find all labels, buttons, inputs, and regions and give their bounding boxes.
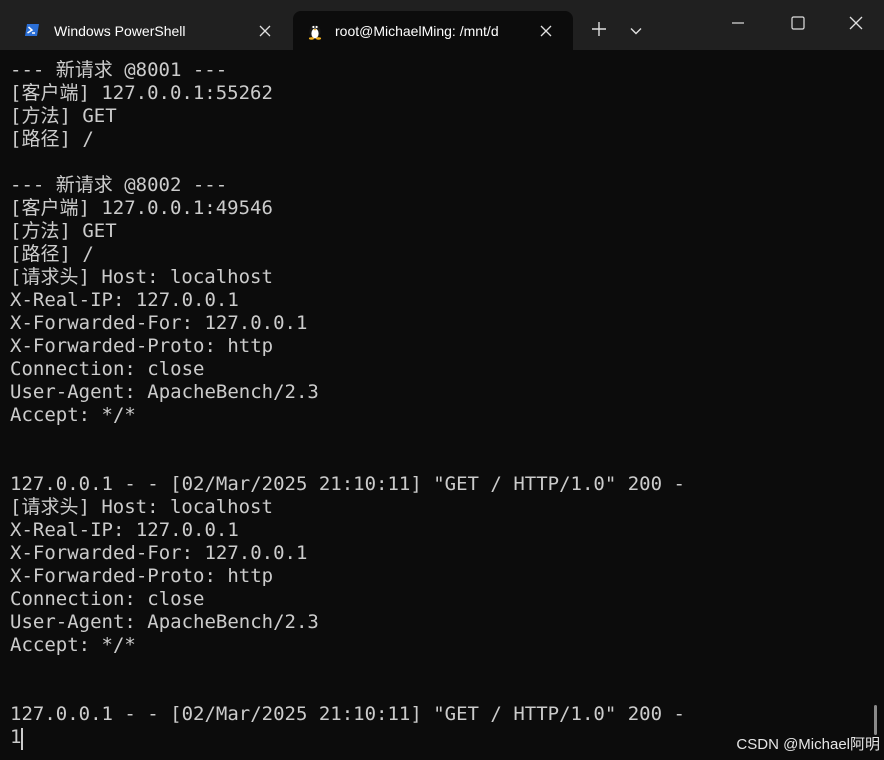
maximize-button[interactable] [770,6,826,44]
terminal-line: Connection: close [10,358,205,380]
text-cursor [21,728,23,750]
minimize-button[interactable] [710,6,766,44]
terminal-line: [方法] GET [10,220,117,242]
terminal-line: User-Agent: ApacheBench/2.3 [10,611,319,633]
terminal-line: X-Forwarded-Proto: http [10,335,274,357]
terminal-line: 1 [10,726,22,748]
minimize-icon [732,16,744,34]
title-bar: Windows PowerShell root@MichaelMing: /mn… [0,0,884,50]
scrollbar-thumb[interactable] [874,705,877,735]
chevron-down-icon [630,22,642,40]
terminal-line: X-Real-IP: 127.0.0.1 [10,289,239,311]
tab-label: root@MichaelMing: /mnt/d [335,23,499,39]
tab-label: Windows PowerShell [54,23,186,39]
terminal-line: [路径] / [10,128,94,150]
terminal-line: 127.0.0.1 - - [02/Mar/2025 21:10:11] "GE… [10,473,685,495]
close-window-button[interactable] [828,6,884,44]
tab-windows-powershell[interactable]: Windows PowerShell [10,11,284,50]
terminal-window: Windows PowerShell root@MichaelMing: /mn… [0,0,884,760]
terminal-line: Accept: */* [10,404,136,426]
terminal-line: --- 新请求 @8002 --- [10,174,228,196]
terminal-lines: --- 新请求 @8001 --- [客户端] 127.0.0.1:55262 … [10,59,685,749]
close-icon[interactable] [534,19,558,43]
terminal-line: [路径] / [10,243,94,265]
watermark-text: CSDN @Michael阿明 [736,736,880,753]
new-tab-button[interactable] [584,18,614,44]
terminal-line: X-Forwarded-For: 127.0.0.1 [10,542,308,564]
tab-dropdown-button[interactable] [622,18,650,44]
terminal-line: [请求头] Host: localhost [10,496,273,518]
tab-root-michaelming[interactable]: root@MichaelMing: /mnt/d [293,11,573,50]
terminal-line: X-Real-IP: 127.0.0.1 [10,519,239,541]
powershell-icon [24,22,40,38]
terminal-line: User-Agent: ApacheBench/2.3 [10,381,319,403]
terminal-line: [客户端] 127.0.0.1:49546 [10,197,273,219]
plus-icon [592,21,606,41]
terminal-output[interactable]: --- 新请求 @8001 --- [客户端] 127.0.0.1:55262 … [0,50,874,760]
close-icon [849,16,863,35]
terminal-line: [客户端] 127.0.0.1:55262 [10,82,273,104]
terminal-line: [请求头] Host: localhost [10,266,273,288]
terminal-line: X-Forwarded-Proto: http [10,565,274,587]
terminal-line: Connection: close [10,588,205,610]
terminal-line: X-Forwarded-For: 127.0.0.1 [10,312,308,334]
close-icon[interactable] [253,19,277,43]
terminal-line: [方法] GET [10,105,117,127]
maximize-icon [791,15,805,35]
terminal-line: --- 新请求 @8001 --- [10,59,228,81]
terminal-line: 127.0.0.1 - - [02/Mar/2025 21:10:11] "GE… [10,703,685,725]
terminal-line: Accept: */* [10,634,136,656]
linux-tux-icon [307,22,323,40]
